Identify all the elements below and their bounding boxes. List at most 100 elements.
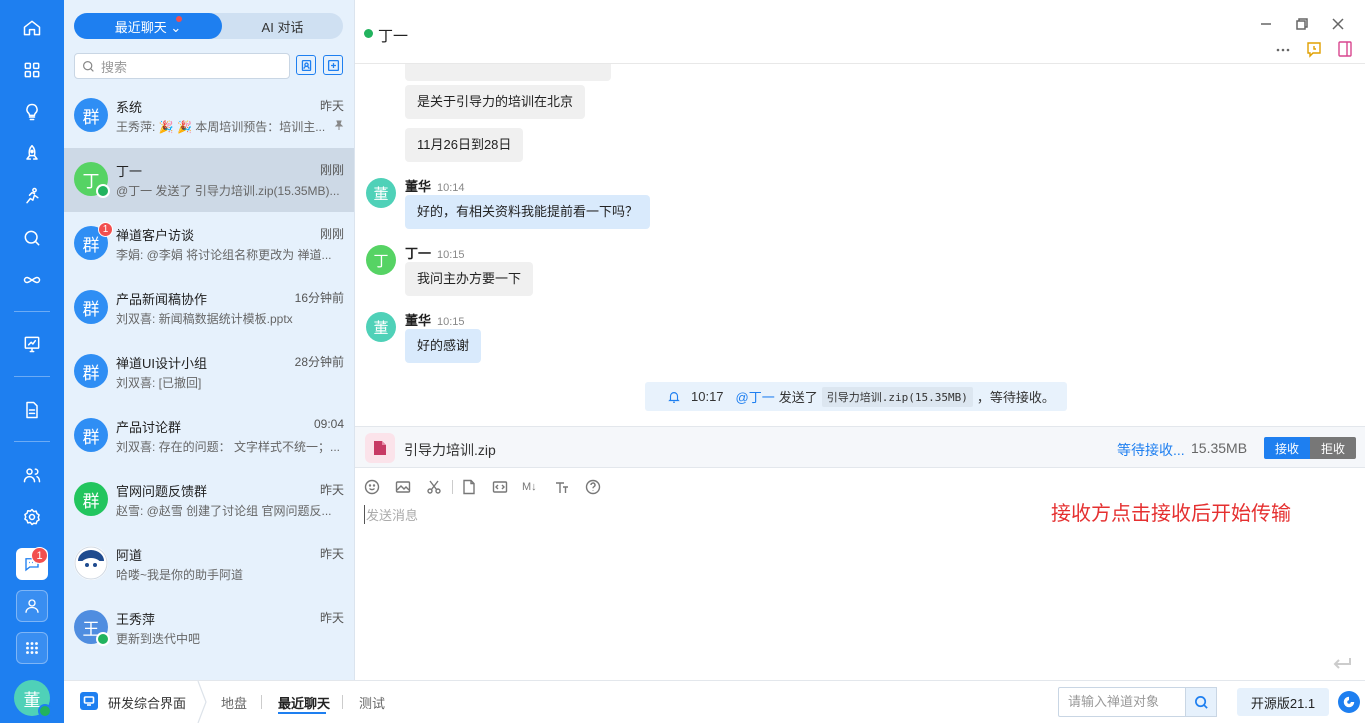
message-input[interactable]: 发送消息 — [364, 505, 418, 524]
mention-link[interactable]: @丁一 — [736, 387, 775, 406]
chat-mode-switch: 最近聊天 ⌄ AI 对话 — [74, 13, 343, 39]
session-avatar: 群 — [74, 98, 108, 132]
message-bubble[interactable]: 好的，有相关资料我能提前看一下吗？ — [405, 195, 651, 229]
session-item[interactable]: 群产品讨论群 09:04 刘双喜: 存在的问题： 文字样式不统一；... — [64, 404, 354, 468]
sidebar-toggle-button[interactable] — [1336, 40, 1354, 58]
file-status: 等待接收... — [1117, 442, 1185, 458]
screenshot-button[interactable] — [426, 479, 442, 495]
tab-ai-chat[interactable]: AI 对话 — [222, 13, 343, 39]
session-item[interactable]: 丁丁一 刚刚 @丁一 发送了 引导力培训.zip(15.35MB)... — [64, 148, 354, 212]
session-item[interactable]: 群产品新闻稿协作 16分钟前 刘双喜: 新闻稿数据统计模板.pptx — [64, 276, 354, 340]
code-button[interactable] — [492, 479, 508, 495]
accept-file-button[interactable]: 接收 — [1264, 437, 1310, 459]
app-switch-icon[interactable] — [80, 692, 98, 710]
sender-avatar[interactable]: 董 — [366, 178, 396, 208]
search-icon — [1194, 695, 1208, 709]
reject-file-button[interactable]: 拒收 — [1310, 437, 1356, 459]
session-avatar — [74, 546, 108, 580]
session-item[interactable]: 群官网问题反馈群 昨天 赵雪: @赵雪 创建了讨论组 官网问题反... — [64, 468, 354, 532]
session-time: 昨天 — [319, 611, 344, 625]
help-button[interactable] — [585, 479, 601, 495]
app-rail: 1 董 — [0, 0, 64, 723]
rocket-icon[interactable] — [16, 138, 48, 170]
person-icon — [25, 599, 39, 613]
breadcrumb-chevron-icon — [197, 681, 207, 723]
session-name: 丁一 — [116, 164, 143, 179]
text-size-icon — [556, 482, 568, 493]
session-snippet: 哈喽~我是你的助手阿道 — [116, 568, 244, 582]
message-bubble[interactable]: 我问主办方要一下 — [405, 262, 534, 296]
session-name: 禅道UI设计小组 — [116, 356, 208, 371]
tab-recent-chats[interactable]: 最近聊天 ⌄ — [74, 13, 222, 39]
session-avatar: 群 — [74, 482, 108, 516]
session-avatar: 群 — [74, 354, 108, 388]
more-apps-button[interactable] — [16, 632, 48, 664]
rail-divider — [14, 441, 50, 442]
file-size: 15.35MB — [1191, 440, 1248, 456]
file-transfer-bar: 引导力培训.zip 等待接收... 15.35MB 接收 拒收 — [355, 426, 1365, 468]
settings-gear-icon[interactable] — [16, 501, 48, 533]
sprint-icon[interactable] — [16, 180, 48, 212]
session-time: 昨天 — [319, 483, 344, 497]
session-name: 系统 — [116, 100, 143, 115]
home-icon[interactable] — [16, 12, 48, 44]
restore-button[interactable] — [1294, 16, 1310, 32]
close-button[interactable] — [1330, 16, 1346, 32]
session-item[interactable]: 群禅道UI设计小组 28分钟前 刘双喜: [已撤回] — [64, 340, 354, 404]
file-icon — [463, 479, 475, 495]
more-dots-icon — [1276, 48, 1290, 52]
markdown-button[interactable]: M↓ — [522, 479, 542, 495]
breadcrumb-item-active[interactable]: 最近聊天 — [278, 693, 330, 712]
message-list: 是关于引导力的培训在北京 11月26日到28日 董 董华 10:14 好的，有相关… — [355, 64, 1365, 426]
session-name: 产品讨论群 — [116, 420, 182, 435]
emoji-button[interactable] — [364, 479, 380, 495]
file-button[interactable] — [461, 479, 477, 495]
contacts-button[interactable] — [16, 590, 48, 622]
apps-grid-icon[interactable] — [16, 54, 48, 86]
session-search-input[interactable]: 搜索 — [74, 53, 290, 79]
address-book-icon — [301, 59, 311, 71]
devops-infinity-icon[interactable] — [16, 264, 48, 296]
contacts-book-button[interactable] — [296, 55, 316, 75]
message-bubble-partial[interactable] — [405, 64, 611, 81]
message-bubble[interactable]: 是关于引导力的培训在北京 — [405, 85, 586, 119]
session-item[interactable]: 王王秀萍 昨天 更新到迭代中吧 — [64, 596, 354, 660]
annotation-text: 接收方点击接收后开始传输 — [1051, 503, 1291, 525]
panel-icon — [1338, 41, 1352, 57]
sender-avatar[interactable]: 丁 — [366, 245, 396, 275]
minimize-icon — [1261, 23, 1271, 25]
session-snippet: 王秀萍: 🎉 🎉 本周培训预告：培训主... — [116, 120, 326, 134]
session-item[interactable]: 群 1 禅道客户访谈 刚刚 李娟: @李娟 将讨论组名称更改为 禅道... — [64, 212, 354, 276]
breadcrumb-item[interactable]: 地盘 — [221, 693, 247, 712]
message-bubble[interactable]: 好的感谢 — [405, 329, 482, 363]
report-icon[interactable] — [16, 328, 48, 360]
object-search-button[interactable] — [1185, 687, 1217, 717]
more-options-button[interactable] — [1274, 40, 1292, 58]
breadcrumb-item[interactable]: 测试 — [359, 693, 385, 712]
new-chat-button[interactable] — [323, 55, 343, 75]
chat-title[interactable]: 丁一 — [378, 25, 408, 46]
session-snippet: @丁一 发送了 引导力培训.zip(15.35MB)... — [116, 184, 340, 198]
online-status-icon — [96, 632, 110, 646]
current-user-avatar[interactable]: 董 — [14, 680, 52, 718]
session-item[interactable]: 群系统 昨天 王秀萍: 🎉 🎉 本周培训预告：培训主... — [64, 84, 354, 148]
sender-avatar[interactable]: 董 — [366, 312, 396, 342]
lightbulb-icon[interactable] — [16, 96, 48, 128]
file-name[interactable]: 引导力培训.zip — [404, 440, 496, 460]
font-size-button[interactable] — [554, 479, 570, 495]
qa-search-icon[interactable] — [16, 222, 48, 254]
session-list-panel: 最近聊天 ⌄ AI 对话 搜索 群系统 昨天 王秀萍: 🎉 🎉 本周培训预告：培训主… — [64, 0, 355, 680]
send-enter-icon[interactable] — [1331, 656, 1353, 672]
chat-header: 丁一 — [355, 0, 1365, 64]
history-button[interactable] — [1305, 40, 1323, 58]
version-badge[interactable]: 开源版21.1 — [1237, 688, 1329, 716]
users-icon[interactable] — [16, 459, 48, 491]
minimize-button[interactable] — [1258, 16, 1274, 32]
document-icon[interactable] — [16, 394, 48, 426]
plus-icon — [327, 59, 339, 71]
zentao-logo-icon[interactable] — [1338, 691, 1360, 713]
image-button[interactable] — [395, 479, 411, 495]
session-item[interactable]: 阿道 昨天 哈喽~我是你的助手阿道 — [64, 532, 354, 596]
app-name[interactable]: 研发综合界面 — [108, 693, 186, 712]
message-bubble[interactable]: 11月26日到28日 — [405, 128, 524, 162]
